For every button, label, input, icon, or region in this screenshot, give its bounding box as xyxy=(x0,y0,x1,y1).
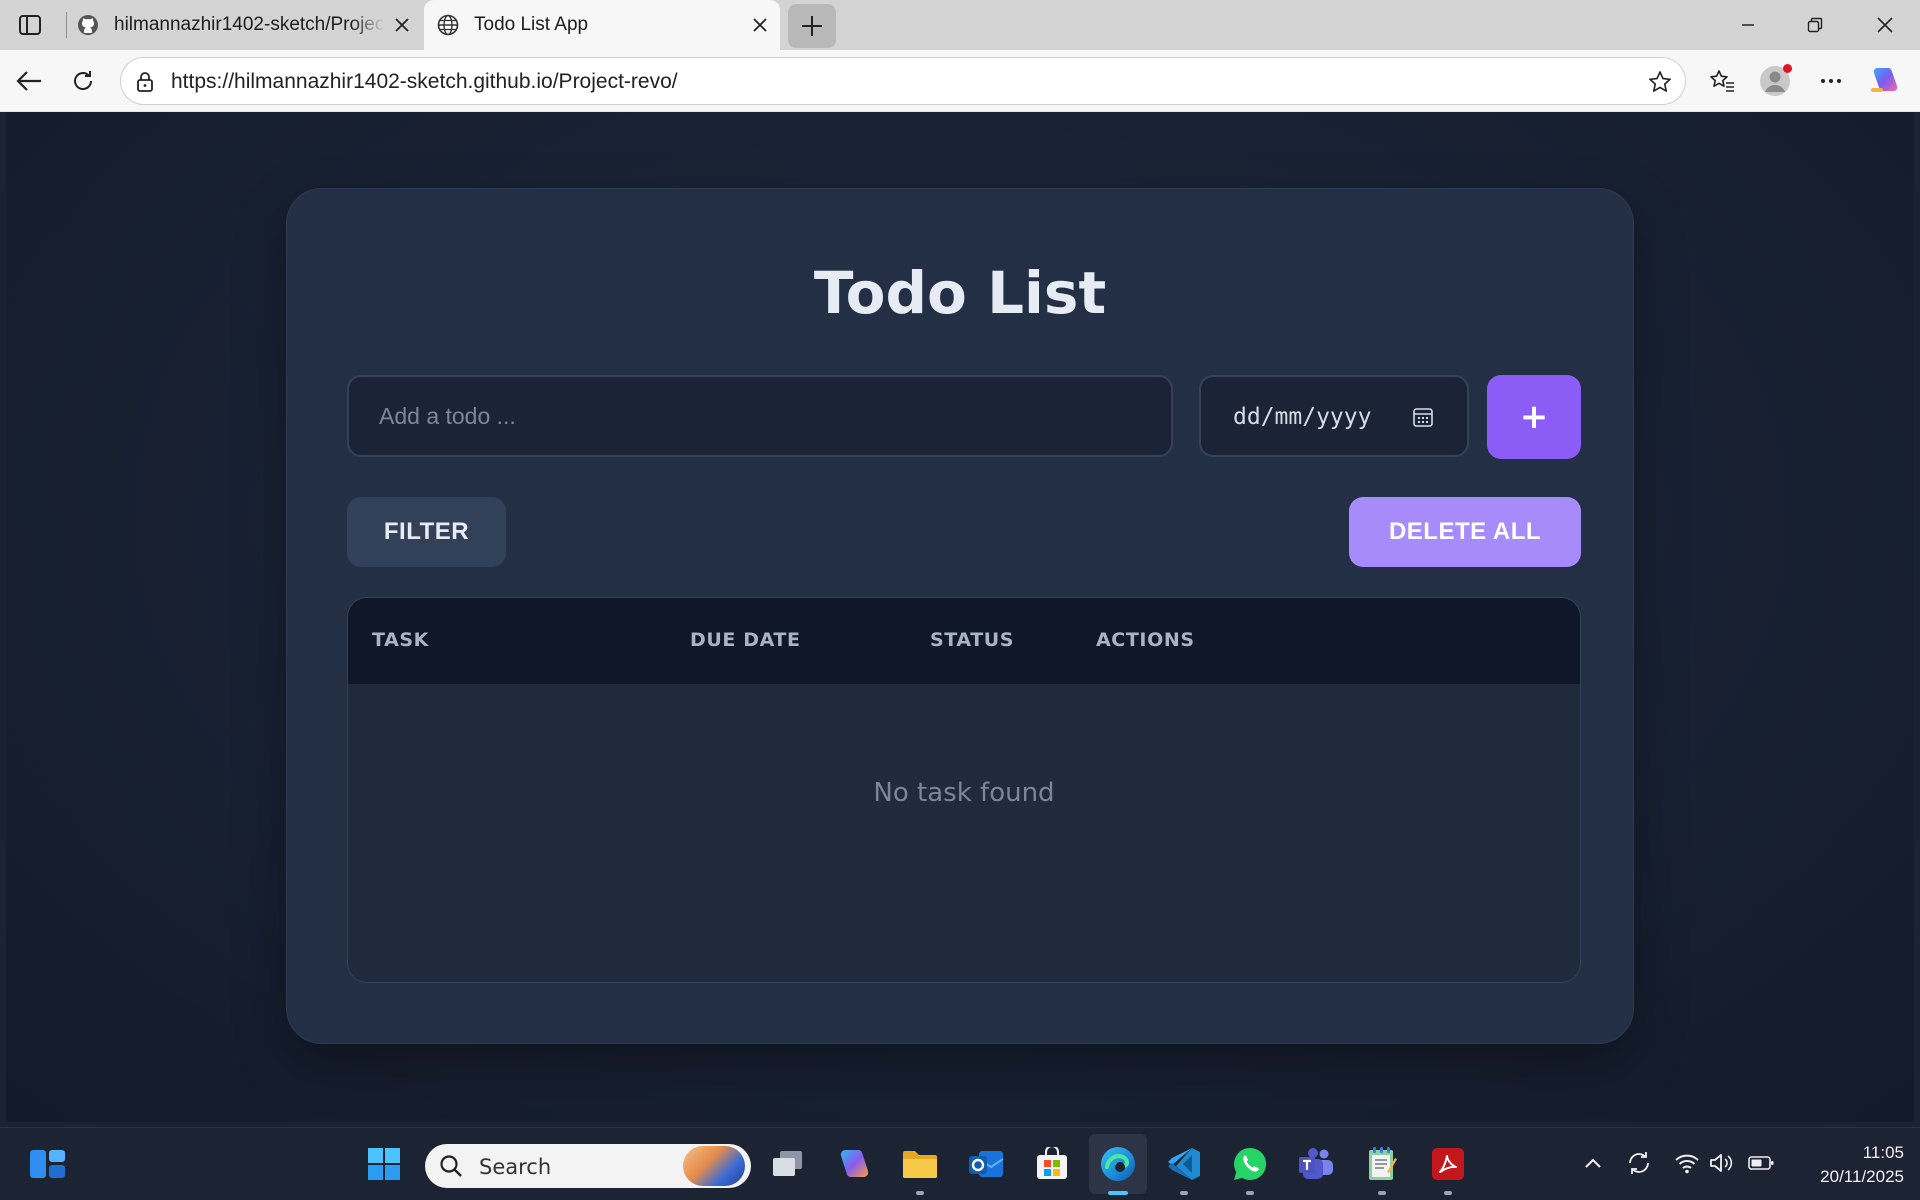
whatsapp-icon[interactable] xyxy=(1228,1142,1272,1195)
star-icon[interactable] xyxy=(1647,69,1673,95)
close-icon[interactable] xyxy=(748,13,772,37)
store-icon[interactable] xyxy=(1030,1142,1074,1186)
date-placeholder: dd/mm/yyyy xyxy=(1233,404,1372,430)
add-todo-button[interactable]: + xyxy=(1487,375,1581,459)
address-url: https://hilmannazhir1402-sketch.github.i… xyxy=(171,70,678,93)
empty-state-message: No task found xyxy=(873,778,1055,808)
browser-toolbar: https://hilmannazhir1402-sketch.github.i… xyxy=(0,50,1920,112)
chevron-up-icon[interactable] xyxy=(1580,1150,1606,1176)
back-arrow-icon[interactable] xyxy=(12,64,46,98)
tab-title: hilmannazhir1402-sketch/Project-revo xyxy=(114,14,384,35)
minimize-icon[interactable] xyxy=(1733,10,1763,40)
due-date-input[interactable]: dd/mm/yyyy xyxy=(1199,375,1469,457)
page-viewport: Todo List dd/mm/yyyy + FILTER DELETE ALL… xyxy=(6,112,1914,1122)
wifi-icon[interactable] xyxy=(1674,1150,1700,1176)
windows-taskbar: Search 11:05 20/11/2025 xyxy=(0,1127,1920,1200)
sidebar-toggle-icon[interactable] xyxy=(16,12,44,38)
refresh-icon[interactable] xyxy=(66,64,100,98)
sync-icon[interactable] xyxy=(1626,1150,1652,1176)
volume-icon[interactable] xyxy=(1708,1150,1734,1176)
todo-table: TASK DUE DATE STATUS ACTIONS No task fou… xyxy=(347,597,1581,983)
running-indicator xyxy=(916,1191,924,1195)
search-label: Search xyxy=(479,1155,552,1179)
new-tab-button[interactable] xyxy=(788,4,836,48)
restore-icon[interactable] xyxy=(1800,10,1830,40)
page-title: Todo List xyxy=(813,259,1107,327)
search-highlight-image xyxy=(683,1146,745,1186)
filter-button[interactable]: FILTER xyxy=(347,497,506,567)
favorites-icon[interactable] xyxy=(1705,64,1739,98)
delete-all-button[interactable]: DELETE ALL xyxy=(1349,497,1581,567)
widgets-icon[interactable] xyxy=(26,1142,70,1186)
plus-icon xyxy=(802,16,822,36)
running-indicator xyxy=(1378,1191,1386,1195)
column-header-task: TASK xyxy=(372,629,429,651)
table-header: TASK DUE DATE STATUS ACTIONS xyxy=(348,598,1580,684)
task-view-icon[interactable] xyxy=(766,1142,810,1186)
running-indicator xyxy=(1180,1191,1188,1195)
file-explorer-icon[interactable] xyxy=(898,1142,942,1195)
address-bar[interactable]: https://hilmannazhir1402-sketch.github.i… xyxy=(120,57,1686,105)
tab-separator xyxy=(66,12,67,38)
vscode-icon[interactable] xyxy=(1162,1142,1206,1195)
running-indicator xyxy=(1444,1191,1452,1195)
notification-dot xyxy=(1783,64,1792,73)
clock-time: 11:05 xyxy=(1862,1143,1904,1162)
more-options-icon[interactable] xyxy=(1814,64,1848,98)
active-indicator xyxy=(1108,1191,1128,1195)
running-indicator xyxy=(1246,1191,1254,1195)
todo-card: Todo List dd/mm/yyyy + FILTER DELETE ALL… xyxy=(286,188,1634,1044)
search-icon xyxy=(439,1154,463,1178)
clock-date: 20/11/2025 xyxy=(1820,1167,1904,1186)
calendar-icon[interactable] xyxy=(1411,405,1435,429)
outlook-icon[interactable] xyxy=(964,1142,1008,1186)
profile-avatar[interactable] xyxy=(1758,64,1792,98)
column-header-due-date: DUE DATE xyxy=(690,629,801,651)
browser-tab-bar: hilmannazhir1402-sketch/Project-revo Tod… xyxy=(0,0,1920,50)
lock-icon[interactable] xyxy=(133,70,157,94)
close-icon[interactable] xyxy=(390,13,414,37)
tab-title: Todo List App xyxy=(474,14,589,35)
tab-todo-app[interactable]: Todo List App xyxy=(424,0,780,50)
acrobat-icon[interactable] xyxy=(1426,1142,1470,1195)
copilot-app-icon[interactable] xyxy=(832,1142,876,1186)
battery-icon[interactable] xyxy=(1748,1150,1774,1176)
edge-icon[interactable] xyxy=(1096,1142,1140,1195)
todo-input[interactable] xyxy=(347,375,1173,457)
github-icon xyxy=(76,13,100,37)
taskbar-search-box[interactable]: Search xyxy=(425,1144,751,1188)
notepad-icon[interactable] xyxy=(1360,1142,1404,1195)
close-window-icon[interactable] xyxy=(1870,10,1900,40)
teams-icon[interactable] xyxy=(1294,1142,1338,1186)
tab-github[interactable]: hilmannazhir1402-sketch/Project-revo xyxy=(70,0,422,50)
start-icon[interactable] xyxy=(362,1142,406,1186)
globe-icon xyxy=(436,13,460,37)
column-header-actions: ACTIONS xyxy=(1096,629,1195,651)
column-header-status: STATUS xyxy=(930,629,1015,651)
copilot-icon[interactable] xyxy=(1868,64,1902,98)
system-clock[interactable]: 11:05 20/11/2025 xyxy=(1820,1141,1904,1189)
